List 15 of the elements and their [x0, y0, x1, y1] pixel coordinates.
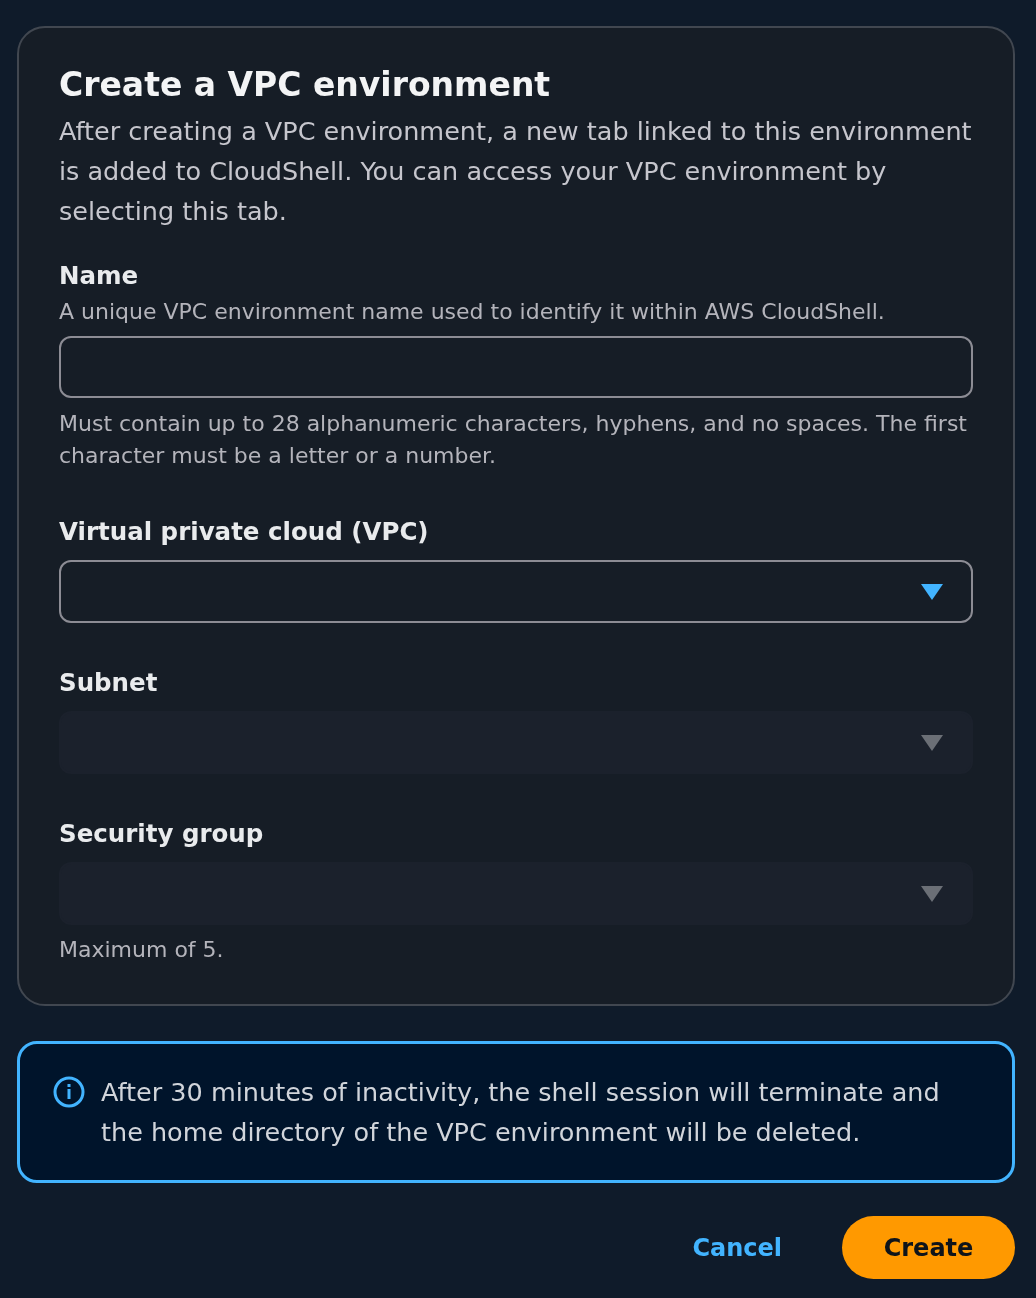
alert-message: After 30 minutes of inactivity, the shell session will terminate and the home directory of the VPC environment will be deleted.: [101, 1076, 941, 1149]
select-field[interactable]: [59, 560, 973, 623]
field-label: Subnet: [59, 667, 159, 699]
field-label: Virtual private cloud (VPC): [59, 516, 430, 548]
info-icon: [53, 1076, 85, 1108]
field-constraint-text: Must contain up to 28 alphanumeric characters, hyphens, and no spaces. The first character must be a letter or a number.: [59, 410, 968, 470]
cancel-button[interactable]: Cancel: [692, 1229, 782, 1266]
dialog-title: Create a VPC environment: [59, 64, 552, 106]
name-input-field[interactable]: [59, 336, 973, 398]
field-constraint-text: Maximum of 5.: [59, 936, 225, 964]
field-label: Name: [59, 260, 140, 292]
create-button[interactable]: Create: [842, 1216, 1015, 1279]
dialog-description: After creating a VPC environment, a new tab linked to this environment is added to CloudShell. You can access your VPC environment by selecting this tab.: [59, 115, 973, 228]
field-description: A unique VPC environment name used to identify it within AWS CloudShell.: [59, 298, 886, 326]
field-label: Security group: [59, 818, 265, 850]
